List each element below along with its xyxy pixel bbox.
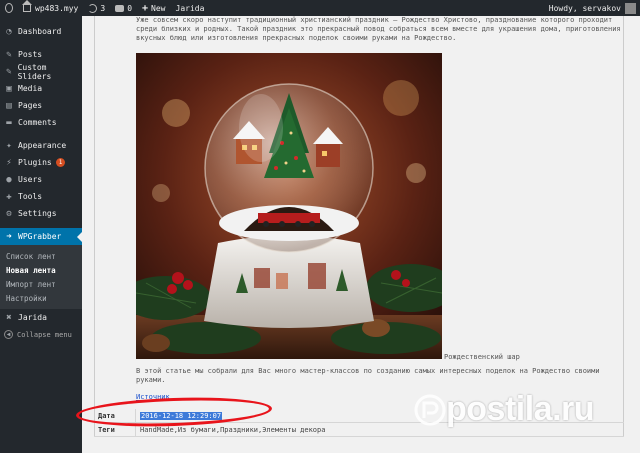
menu-custom-sliders[interactable]: ✎ Custom Sliders: [0, 63, 82, 81]
postila-watermark: postila.ru: [414, 390, 595, 429]
page-icon: ▤: [6, 100, 12, 111]
dashboard-icon: ◔: [6, 26, 12, 37]
comment-icon: ▬: [6, 117, 12, 128]
menu-users[interactable]: ● Users: [0, 171, 82, 188]
collapse-menu-button[interactable]: ◀ Collapse menu: [0, 326, 82, 343]
content-area: Уже совсем скоро наступит традиционный х…: [82, 16, 640, 453]
menu-wpgrabber[interactable]: ➜ WPGrabber: [0, 228, 82, 245]
avatar: [625, 2, 636, 14]
image-caption: Рождественский шар: [444, 353, 520, 361]
plugins-update-badge: 1: [55, 158, 66, 167]
watermark-text: postila.ru: [446, 390, 595, 428]
site-name-link[interactable]: wp483.myy: [18, 0, 83, 16]
snow-globe-image: [136, 53, 442, 359]
menu-posts[interactable]: ✎ Posts: [0, 46, 82, 63]
post-intro-text: Уже совсем скоро наступит традиционный х…: [136, 16, 621, 42]
plus-icon: +: [142, 2, 149, 14]
submenu-feed-list[interactable]: Список лент: [0, 249, 82, 263]
new-content-link[interactable]: + New: [137, 0, 170, 16]
menu-settings[interactable]: ⚙ Settings: [0, 205, 82, 222]
media-icon: ▣: [6, 83, 12, 94]
brush-icon: ✦: [6, 140, 12, 151]
submenu-import-feeds[interactable]: Импорт лент: [0, 277, 82, 291]
menu-appearance[interactable]: ✦ Appearance: [0, 137, 82, 154]
post-paragraph: В этой статье мы собрали для Вас много м…: [136, 367, 600, 384]
wordpress-logo[interactable]: [0, 0, 18, 16]
menu-tools[interactable]: ✚ Tools: [0, 188, 82, 205]
account-menu[interactable]: Howdy, servakov: [544, 0, 640, 16]
comments-link[interactable]: 0: [110, 0, 137, 16]
user-icon: ●: [6, 174, 12, 185]
menu-comments[interactable]: ▬ Comments: [0, 114, 82, 131]
menu-plugins[interactable]: ⚡ Plugins 1: [0, 154, 82, 171]
submenu-new-feed[interactable]: Новая лента: [0, 263, 82, 277]
wordpress-icon: [5, 3, 13, 13]
updates-icon: [88, 3, 98, 13]
settings-icon: ⚙: [6, 208, 12, 219]
wrench-icon: ✚: [6, 191, 12, 202]
theme-link[interactable]: Jarida: [171, 0, 210, 16]
admin-bar: wp483.myy 3 0 + New Jarida Howdy, servako…: [0, 0, 640, 16]
collapse-icon: ◀: [4, 330, 13, 339]
comment-bubble-icon: [115, 4, 125, 12]
wpgrabber-submenu: Список лент Новая лента Импорт лент Наст…: [0, 245, 82, 309]
admin-sidebar: ◔ Dashboard ✎ Posts ✎ Custom Sliders ▣ Media…: [0, 16, 82, 453]
menu-media[interactable]: ▣ Media: [0, 80, 82, 97]
arrow-icon: ➜: [6, 231, 12, 242]
home-icon: [22, 0, 32, 12]
menu-jarida[interactable]: ✖ Jarida: [0, 309, 82, 326]
postila-logo-icon: [414, 394, 446, 425]
jarida-icon: ✖: [6, 312, 12, 323]
pin-icon: ✎: [6, 49, 12, 60]
updates-link[interactable]: 3: [83, 0, 110, 16]
pin-icon: ✎: [6, 66, 12, 77]
menu-dashboard[interactable]: ◔ Dashboard: [0, 23, 82, 40]
plug-icon: ⚡: [6, 157, 12, 168]
submenu-settings[interactable]: Настройки: [0, 291, 82, 305]
menu-pages[interactable]: ▤ Pages: [0, 97, 82, 114]
tags-value: HandMade,Из бумаги,Праздники,Элементы де…: [140, 425, 326, 434]
